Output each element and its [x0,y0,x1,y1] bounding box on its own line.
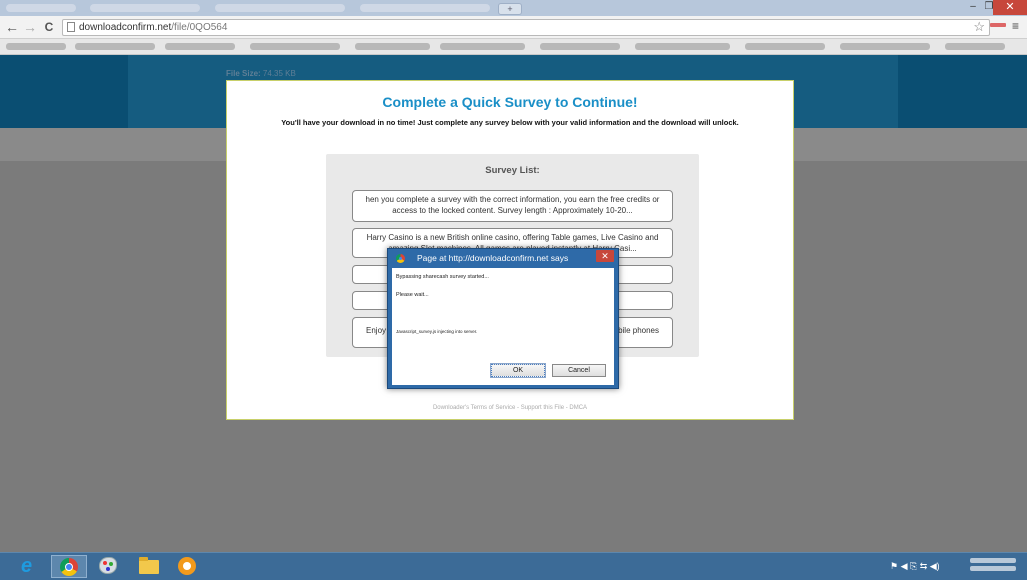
tab-active[interactable] [360,4,490,12]
dialog-message-line: Bypassing sharecash survey started... [396,274,489,280]
chrome-icon [60,558,78,576]
window-close-button[interactable]: ✕ [993,0,1027,15]
back-icon[interactable]: ← [4,19,20,35]
tab-blurred[interactable] [90,4,200,12]
tray-clock[interactable] [970,558,1016,574]
taskbar-paint[interactable] [91,555,127,578]
bookmark-item[interactable] [6,43,66,50]
system-tray-icons[interactable]: ⚑ ◀ ⎘ ⇆ ◀) [890,561,940,571]
firefox-icon [178,557,196,575]
browser-toolbar: ← → C downloadconfirm.net/file/0QO564 ☆ … [0,16,1027,39]
url-path: /file/0QO564 [171,22,228,33]
tab-blurred[interactable] [215,4,345,12]
dialog-message-line: Javascript_survey.js injecting into serv… [396,329,478,334]
taskbar-file-explorer[interactable] [131,555,167,578]
bookmark-item[interactable] [840,43,930,50]
dialog-body: Bypassing sharecash survey started... Pl… [392,268,614,385]
bookmark-star-icon[interactable]: ☆ [973,20,985,34]
folder-icon [139,557,159,574]
clock-date-blurred [970,566,1016,571]
bookmark-item[interactable] [165,43,235,50]
paint-icon [99,557,117,574]
alert-dialog: Page at http://downloadconfirm.net says … [387,248,619,389]
bookmark-item[interactable] [745,43,825,50]
menu-icon[interactable]: ≡ [1012,20,1019,32]
survey-offer[interactable]: hen you complete a survey with the corre… [352,190,673,222]
survey-title: Complete a Quick Survey to Continue! [382,94,638,110]
bookmark-item[interactable] [635,43,730,50]
survey-subtitle: You'll have your download in no time! Ju… [281,118,739,127]
bookmark-item[interactable] [440,43,525,50]
survey-offer-text-left: Enjoy [366,326,387,335]
survey-offer-text-right: bile phones [618,326,659,335]
bookmark-item[interactable] [250,43,340,50]
taskbar-chrome[interactable] [51,555,87,578]
survey-offer-text: hen you complete a survey with the corre… [365,195,660,215]
dialog-title: Page at http://downloadconfirm.net says [417,253,569,263]
taskbar-firefox[interactable] [170,555,206,578]
dialog-titlebar[interactable]: Page at http://downloadconfirm.net says … [388,249,618,267]
reload-icon[interactable]: C [41,19,57,35]
page-icon [67,22,75,32]
bookmark-item[interactable] [945,43,1005,50]
terms-link[interactable]: Downloader's Terms of Service [433,405,515,411]
survey-list-title: Survey List: [485,165,540,176]
browser-titlebar: + – ❐ ✕ [0,0,1027,16]
bookmark-item[interactable] [355,43,430,50]
dmca-link[interactable]: DMCA [569,405,587,411]
clock-time-blurred [970,558,1016,563]
url-text[interactable]: downloadconfirm.net/file/0QO564 [79,21,227,34]
support-link[interactable]: Support this File [521,405,564,411]
dialog-close-button[interactable]: ✕ [596,250,614,262]
file-size-label: File Size: [226,69,261,78]
bookmark-item[interactable] [540,43,620,50]
new-tab-button[interactable]: + [498,3,522,15]
internet-explorer-icon: e [21,555,33,577]
bookmark-item[interactable] [75,43,155,50]
file-size: File Size: 74.35 KB [226,69,296,78]
file-size-value: 74.35 KB [262,69,296,78]
chrome-icon [396,254,405,263]
forward-icon[interactable]: → [22,19,38,35]
ok-button[interactable]: OK [490,363,546,378]
cancel-button[interactable]: Cancel [552,364,606,377]
windows-taskbar: e ⚑ ◀ ⎘ ⇆ ◀) [0,552,1027,580]
tab-blurred[interactable] [6,4,76,12]
url-domain: downloadconfirm.net [79,22,172,33]
dialog-message-line: Please wait... [396,292,429,298]
bookmarks-bar [0,39,1027,55]
address-bar[interactable]: downloadconfirm.net/file/0QO564 ☆ [62,19,990,36]
card-footer: Downloader's Terms of Service - Support … [227,405,793,411]
extension-icon[interactable] [990,23,1006,27]
taskbar-internet-explorer[interactable]: e [12,555,48,578]
